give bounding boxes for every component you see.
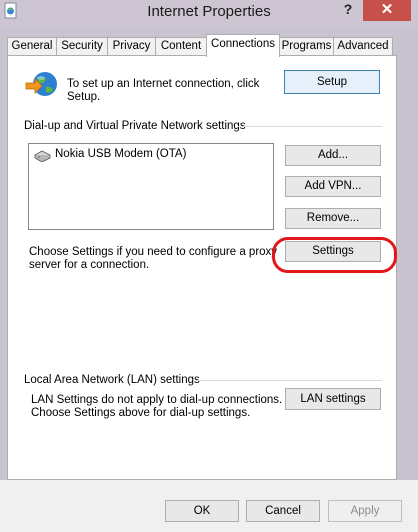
tab-advanced[interactable]: Advanced (333, 37, 393, 56)
ok-button[interactable]: OK (165, 500, 239, 522)
setup-description-line1: To set up an Internet connection, click (67, 78, 260, 90)
tab-privacy[interactable]: Privacy (107, 37, 156, 56)
remove-button[interactable]: Remove... (285, 208, 381, 229)
setup-button[interactable]: Setup (284, 70, 380, 94)
tab-general[interactable]: General (7, 37, 57, 56)
add-button[interactable]: Add... (285, 145, 381, 166)
connection-label: Nokia USB Modem (OTA) (55, 148, 187, 160)
connections-list[interactable]: Nokia USB Modem (OTA) (28, 143, 274, 230)
section-divider (196, 380, 382, 381)
tab-connections[interactable]: Connections (206, 34, 280, 57)
settings-hint-line2: server for a connection. (29, 259, 150, 271)
lan-hint-line1: LAN Settings do not apply to dial-up con… (31, 394, 283, 406)
globe-network-icon (25, 72, 57, 96)
apply-button[interactable]: Apply (328, 500, 402, 522)
settings-button[interactable]: Settings (285, 241, 381, 262)
setup-description-line2: Setup. (67, 91, 101, 103)
section-divider (237, 126, 382, 127)
settings-hint-line1: Choose Settings if you need to configure… (29, 246, 278, 258)
tab-programs[interactable]: Programs (279, 37, 334, 56)
tab-content[interactable]: Content (155, 37, 207, 56)
modem-icon (34, 150, 51, 162)
lan-section-title: Local Area Network (LAN) settings (24, 374, 200, 386)
close-button[interactable]: ✕ (363, 0, 411, 21)
dialup-section-title: Dial-up and Virtual Private Network sett… (24, 120, 246, 132)
dialog-footer: OK Cancel Apply (0, 480, 418, 532)
add-vpn-button[interactable]: Add VPN... (285, 176, 381, 197)
lan-settings-button[interactable]: LAN settings (285, 388, 381, 410)
lan-hint-line2: Choose Settings above for dial-up settin… (31, 407, 251, 419)
title-bar: Internet Properties ? ✕ (0, 0, 418, 28)
cancel-button[interactable]: Cancel (246, 500, 320, 522)
tab-security[interactable]: Security (56, 37, 108, 56)
help-button[interactable]: ? (339, 0, 357, 20)
